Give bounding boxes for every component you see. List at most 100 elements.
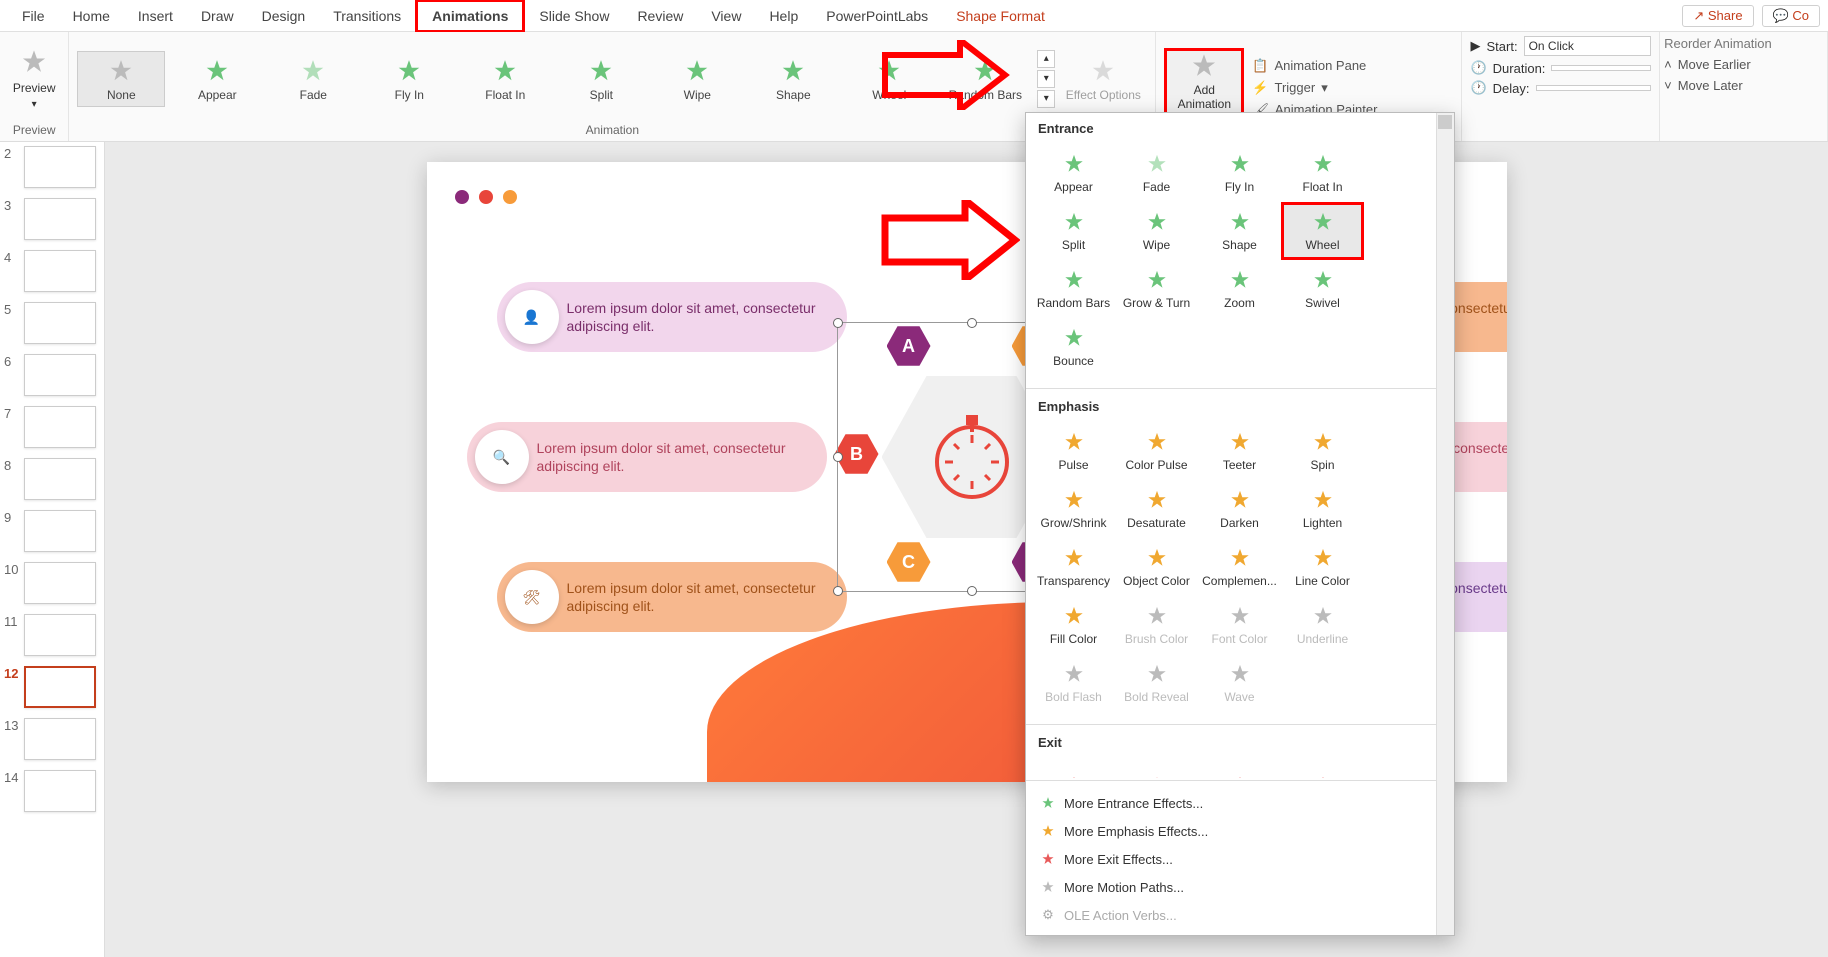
gallery-scroll-down[interactable]: ▾ (1037, 70, 1055, 88)
gallery-shape[interactable]: Shape (749, 52, 837, 106)
gallery-split[interactable]: Split (557, 52, 645, 106)
more-emphasis[interactable]: More Emphasis Effects... (1026, 817, 1436, 845)
dd-flyin[interactable]: Fly In (1198, 144, 1281, 202)
dd-objectcolor[interactable]: Object Color (1115, 538, 1198, 596)
dd-fillcolor[interactable]: Fill Color (1032, 596, 1115, 654)
effect-options-button[interactable]: Effect Options (1059, 52, 1147, 106)
tab-insert[interactable]: Insert (124, 2, 187, 30)
gallery-flyin[interactable]: Fly In (365, 52, 453, 106)
dd-growshrink[interactable]: Grow/Shrink (1032, 480, 1115, 538)
thumb-11[interactable]: 11 (4, 614, 100, 656)
dd-exit-1[interactable] (1032, 758, 1115, 778)
pane-icon: 📋 (1252, 58, 1268, 74)
pill-1-text: Lorem ipsum dolor sit amet, consectetur … (567, 299, 823, 335)
tab-draw[interactable]: Draw (187, 2, 248, 30)
dd-fade[interactable]: Fade (1115, 144, 1198, 202)
dd-lighten[interactable]: Lighten (1281, 480, 1364, 538)
dd-wipe[interactable]: Wipe (1115, 202, 1198, 260)
move-later-button[interactable]: ˅ Move Later (1664, 78, 1823, 93)
gallery-wipe[interactable]: Wipe (653, 52, 741, 106)
thumb-3[interactable]: 3 (4, 198, 100, 240)
preview-group: Preview ▾ Preview (0, 32, 69, 141)
tab-transitions[interactable]: Transitions (319, 2, 415, 30)
tab-slideshow[interactable]: Slide Show (525, 2, 623, 30)
thumb-14[interactable]: 14 (4, 770, 100, 812)
animation-pane-label: Animation Pane (1275, 58, 1367, 73)
gallery-floatin[interactable]: Float In (461, 52, 549, 106)
dd-spin[interactable]: Spin (1281, 422, 1364, 480)
more-motion[interactable]: More Motion Paths... (1026, 873, 1436, 901)
dd-bounce[interactable]: Bounce (1032, 318, 1115, 376)
dropdown-scrollbar[interactable] (1436, 113, 1454, 935)
gallery-scroll-more[interactable]: ▾ (1037, 90, 1055, 108)
tab-view[interactable]: View (697, 2, 755, 30)
dd-fontcolor: Font Color (1198, 596, 1281, 654)
dd-floatin[interactable]: Float In (1281, 144, 1364, 202)
comments-button[interactable]: 💬 Co (1762, 5, 1820, 27)
dd-shape[interactable]: Shape (1198, 202, 1281, 260)
more-entrance[interactable]: More Entrance Effects... (1026, 789, 1436, 817)
tab-shape-format[interactable]: Shape Format (942, 2, 1059, 30)
gallery-fade[interactable]: Fade (269, 52, 357, 106)
tab-file[interactable]: File (8, 2, 59, 30)
thumb-10[interactable]: 10 (4, 562, 100, 604)
gallery-flyin-label: Fly In (395, 88, 424, 102)
animation-pane-button[interactable]: 📋 Animation Pane (1252, 58, 1394, 74)
dd-darken[interactable]: Darken (1198, 480, 1281, 538)
dd-exit-2[interactable] (1115, 758, 1198, 778)
more-exit[interactable]: More Exit Effects... (1026, 845, 1436, 873)
thumb-2[interactable]: 2 (4, 146, 100, 188)
dd-swivel[interactable]: Swivel (1281, 260, 1364, 318)
gallery-wipe-label: Wipe (684, 88, 711, 102)
start-field[interactable]: On Click (1524, 36, 1652, 56)
thumb-4[interactable]: 4 (4, 250, 100, 292)
gallery-split-label: Split (590, 88, 613, 102)
dd-growturn[interactable]: Grow & Turn (1115, 260, 1198, 318)
dd-teeter[interactable]: Teeter (1198, 422, 1281, 480)
tab-review[interactable]: Review (623, 2, 697, 30)
dd-wheel[interactable]: Wheel (1281, 202, 1364, 260)
thumb-12[interactable]: 12 (4, 666, 100, 708)
tab-animations[interactable]: Animations (415, 0, 525, 33)
dd-colorpulse[interactable]: Color Pulse (1115, 422, 1198, 480)
thumb-13[interactable]: 13 (4, 718, 100, 760)
thumb-5[interactable]: 5 (4, 302, 100, 344)
dd-zoom[interactable]: Zoom (1198, 260, 1281, 318)
gallery-none[interactable]: None (77, 51, 165, 107)
tab-design[interactable]: Design (248, 2, 320, 30)
tab-home[interactable]: Home (59, 2, 124, 30)
dd-complementary[interactable]: Complemen... (1198, 538, 1281, 596)
start-icon: ▶ (1470, 38, 1480, 54)
thumb-7[interactable]: 7 (4, 406, 100, 448)
dd-pulse[interactable]: Pulse (1032, 422, 1115, 480)
gallery-appear[interactable]: Appear (173, 52, 261, 106)
dd-desaturate[interactable]: Desaturate (1115, 480, 1198, 538)
pill-1[interactable]: 👤Lorem ipsum dolor sit amet, consectetur… (497, 282, 847, 352)
thumb-8[interactable]: 8 (4, 458, 100, 500)
dd-split[interactable]: Split (1032, 202, 1115, 260)
delay-field[interactable] (1536, 85, 1652, 91)
preview-icon[interactable] (19, 47, 49, 77)
delay-icon: 🕐 (1470, 80, 1486, 96)
entrance-grid: Appear Fade Fly In Float In Split Wipe S… (1026, 140, 1436, 386)
thumb-6[interactable]: 6 (4, 354, 100, 396)
menubar: File Home Insert Draw Design Transitions… (0, 0, 1828, 32)
dd-exit-4[interactable] (1281, 758, 1364, 778)
dd-transparency[interactable]: Transparency (1032, 538, 1115, 596)
trigger-button[interactable]: ⚡Trigger ▾ (1252, 80, 1394, 96)
preview-dropdown-icon[interactable]: ▾ (32, 99, 37, 110)
share-button[interactable]: ↗ Share (1682, 5, 1753, 27)
dd-appear[interactable]: Appear (1032, 144, 1115, 202)
tab-powerpointlabs[interactable]: PowerPointLabs (812, 2, 942, 30)
pill-3[interactable]: 🛠Lorem ipsum dolor sit amet, consectetur… (497, 562, 847, 632)
dd-exit-3[interactable] (1198, 758, 1281, 778)
tab-help[interactable]: Help (755, 2, 812, 30)
add-animation-icon (1189, 51, 1219, 81)
dd-linecolor[interactable]: Line Color (1281, 538, 1364, 596)
duration-field[interactable] (1551, 65, 1651, 71)
dd-randombars[interactable]: Random Bars (1032, 260, 1115, 318)
gallery-scroll-up[interactable]: ▴ (1037, 50, 1055, 68)
thumb-9[interactable]: 9 (4, 510, 100, 552)
move-earlier-button[interactable]: ˄ Move Earlier (1664, 57, 1823, 72)
pill-2[interactable]: 🔍Lorem ipsum dolor sit amet, consectetur… (467, 422, 827, 492)
